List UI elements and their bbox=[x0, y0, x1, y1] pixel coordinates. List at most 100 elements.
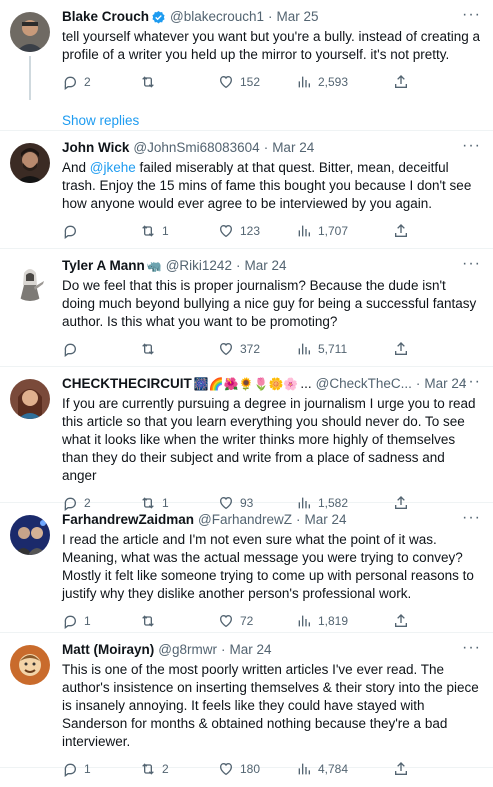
avatar[interactable] bbox=[10, 143, 50, 183]
like-icon bbox=[219, 614, 233, 628]
views-button[interactable]: 1,707 bbox=[296, 223, 374, 239]
action-bar: 2 152 2,593 bbox=[62, 64, 481, 100]
views-icon bbox=[298, 615, 310, 627]
share-button[interactable] bbox=[393, 761, 409, 777]
more-icon[interactable]: ··· bbox=[462, 138, 481, 154]
like-button[interactable]: 152 bbox=[218, 74, 296, 90]
like-icon bbox=[219, 75, 233, 89]
avatar[interactable] bbox=[10, 12, 50, 52]
tweet-text: I read the article and I'm not even sure… bbox=[62, 532, 474, 601]
tweet-time[interactable]: Mar 24 bbox=[244, 257, 286, 275]
author-handle[interactable]: @JohnSmi68083604 bbox=[133, 139, 259, 157]
author-handle[interactable]: @Riki1242 bbox=[166, 257, 232, 275]
tweet-header: Matt (Moirayn) @g8rmwr · Mar 24 bbox=[62, 641, 481, 659]
more-icon[interactable]: ··· bbox=[462, 510, 481, 526]
retweet-button[interactable] bbox=[140, 341, 218, 357]
reply-button[interactable]: 1 bbox=[62, 761, 140, 777]
avatar[interactable] bbox=[10, 515, 50, 555]
author-name[interactable]: CHECKTHECIRCUIT bbox=[62, 375, 192, 393]
share-button[interactable] bbox=[393, 74, 409, 90]
tweet-time[interactable]: Mar 25 bbox=[277, 8, 319, 26]
author-name[interactable]: Tyler A Mann bbox=[62, 257, 145, 275]
retweet-button[interactable] bbox=[140, 613, 218, 629]
author-name[interactable]: Blake Crouch bbox=[62, 8, 149, 26]
separator: · bbox=[263, 140, 269, 155]
share-button[interactable] bbox=[393, 613, 409, 629]
author-name[interactable]: FarhandrewZaidman bbox=[62, 511, 194, 529]
like-count: 72 bbox=[240, 614, 254, 628]
tweet-text: If you are currently pursuing a degree i… bbox=[62, 396, 476, 483]
avatar[interactable] bbox=[10, 379, 50, 419]
views-button[interactable]: 2,593 bbox=[296, 74, 374, 90]
share-icon bbox=[395, 342, 407, 355]
thread-line bbox=[29, 56, 31, 100]
tweet-time[interactable]: Mar 24 bbox=[424, 375, 466, 393]
reply-button[interactable] bbox=[62, 223, 140, 239]
tweet-text: And @jkehe failed miserably at that ques… bbox=[62, 159, 481, 213]
avatar[interactable] bbox=[10, 645, 50, 685]
author-name[interactable]: Matt (Moirayn) bbox=[62, 641, 154, 659]
reply-count: 2 bbox=[84, 75, 91, 89]
like-button[interactable]: 72 bbox=[218, 613, 296, 629]
retweet-icon bbox=[142, 763, 154, 775]
retweet-icon bbox=[142, 76, 154, 88]
tweet[interactable]: Tyler A Mann 🦏 @Riki1242 · Mar 24 ··· Do… bbox=[0, 249, 493, 367]
share-button[interactable] bbox=[393, 341, 409, 357]
views-icon bbox=[298, 225, 310, 237]
mention-link[interactable]: @jkehe bbox=[90, 160, 136, 175]
tweet[interactable]: FarhandrewZaidman @FarhandrewZ · Mar 24 … bbox=[0, 503, 493, 633]
like-button[interactable]: 372 bbox=[218, 341, 296, 357]
tweet-time[interactable]: Mar 24 bbox=[305, 511, 347, 529]
like-button[interactable]: 123 bbox=[218, 223, 296, 239]
verified-badge-icon bbox=[151, 10, 166, 25]
retweet-button[interactable]: 2 bbox=[140, 761, 218, 777]
tweet[interactable]: CHECKTHECIRCUIT 🎆🌈🌺🌻🌷🌼🌸 ... @CheckTheC..… bbox=[0, 367, 493, 511]
tweet[interactable]: Matt (Moirayn) @g8rmwr · Mar 24 ··· This… bbox=[0, 633, 493, 777]
views-count: 1,819 bbox=[318, 614, 349, 628]
reply-icon bbox=[64, 76, 77, 90]
reply-button[interactable]: 1 bbox=[62, 613, 140, 629]
tweet-time[interactable]: Mar 24 bbox=[272, 139, 314, 157]
like-count: 152 bbox=[240, 75, 261, 89]
name-emoji: 🦏 bbox=[146, 259, 162, 273]
reply-icon bbox=[64, 763, 77, 777]
tweet[interactable]: Blake Crouch @blakecrouch1 · Mar 25 ··· … bbox=[0, 0, 493, 131]
views-icon bbox=[298, 763, 310, 775]
tweet-header: CHECKTHECIRCUIT 🎆🌈🌺🌻🌷🌼🌸 ... @CheckTheC..… bbox=[62, 375, 481, 393]
share-button[interactable] bbox=[393, 223, 409, 239]
tweet-time[interactable]: Mar 24 bbox=[229, 641, 271, 659]
tweet-text: This is one of the most poorly written a… bbox=[62, 662, 479, 749]
tweet-header: FarhandrewZaidman @FarhandrewZ · Mar 24 bbox=[62, 511, 481, 529]
more-icon[interactable]: ··· bbox=[462, 640, 481, 656]
more-icon[interactable]: ··· bbox=[462, 256, 481, 272]
avatar[interactable] bbox=[10, 261, 50, 301]
views-button[interactable]: 5,711 bbox=[296, 341, 374, 357]
views-button[interactable]: 1,819 bbox=[296, 613, 374, 629]
tweet-header: John Wick @JohnSmi68083604 · Mar 24 bbox=[62, 139, 481, 157]
retweet-button[interactable]: 1 bbox=[140, 223, 218, 239]
retweet-button[interactable] bbox=[140, 74, 218, 90]
author-name[interactable]: John Wick bbox=[62, 139, 129, 157]
reply-button[interactable] bbox=[62, 341, 140, 357]
retweet-count: 1 bbox=[162, 224, 169, 238]
author-handle[interactable]: @blakecrouch1 bbox=[170, 8, 264, 26]
more-icon[interactable]: ··· bbox=[462, 374, 481, 390]
retweet-icon bbox=[142, 225, 154, 237]
separator: · bbox=[268, 9, 273, 24]
tweet[interactable]: John Wick @JohnSmi68083604 · Mar 24 ··· … bbox=[0, 131, 493, 249]
reply-button[interactable]: 2 bbox=[62, 74, 140, 90]
author-handle[interactable]: @CheckTheC... bbox=[316, 375, 412, 393]
reply-icon bbox=[64, 225, 77, 239]
tweet-text: tell yourself whatever you want but you'… bbox=[62, 29, 481, 62]
author-handle[interactable]: @g8rmwr bbox=[158, 641, 217, 659]
tweet-text: Do we feel that this is proper journalis… bbox=[62, 278, 477, 329]
like-button[interactable]: 180 bbox=[218, 761, 296, 777]
views-button[interactable]: 4,784 bbox=[296, 761, 374, 777]
author-handle[interactable]: @FarhandrewZ bbox=[198, 511, 292, 529]
separator: · bbox=[220, 642, 226, 657]
like-icon bbox=[219, 762, 233, 776]
more-icon[interactable]: ··· bbox=[462, 7, 481, 23]
like-icon bbox=[219, 342, 233, 356]
tweet-header: Blake Crouch @blakecrouch1 · Mar 25 bbox=[62, 8, 481, 26]
tweet-header: Tyler A Mann 🦏 @Riki1242 · Mar 24 bbox=[62, 257, 481, 275]
